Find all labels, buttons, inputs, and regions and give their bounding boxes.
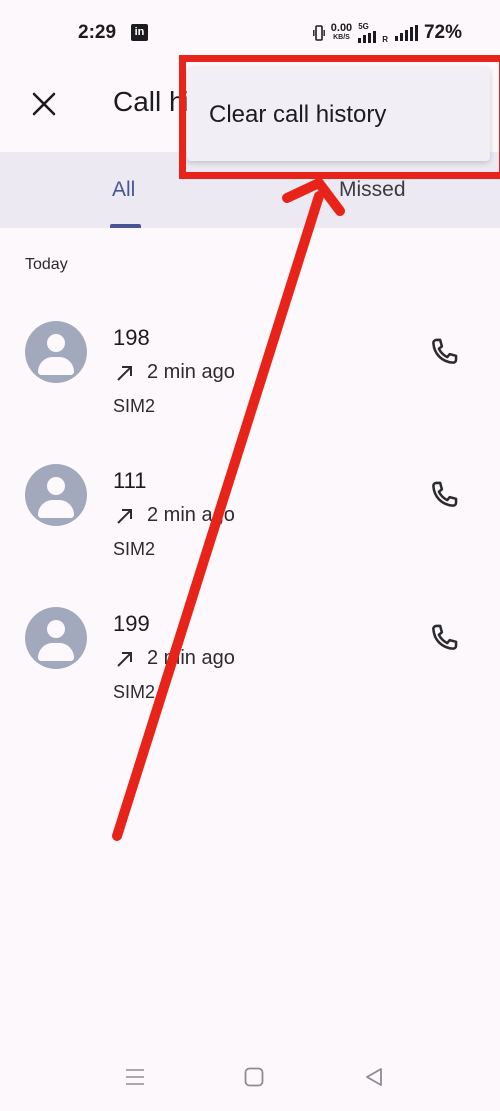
menu-icon[interactable] [123,1065,147,1089]
annotation-arrow [112,178,345,841]
navigation-bar [0,1041,500,1111]
home-icon[interactable] [242,1065,266,1089]
back-icon[interactable] [362,1065,386,1089]
